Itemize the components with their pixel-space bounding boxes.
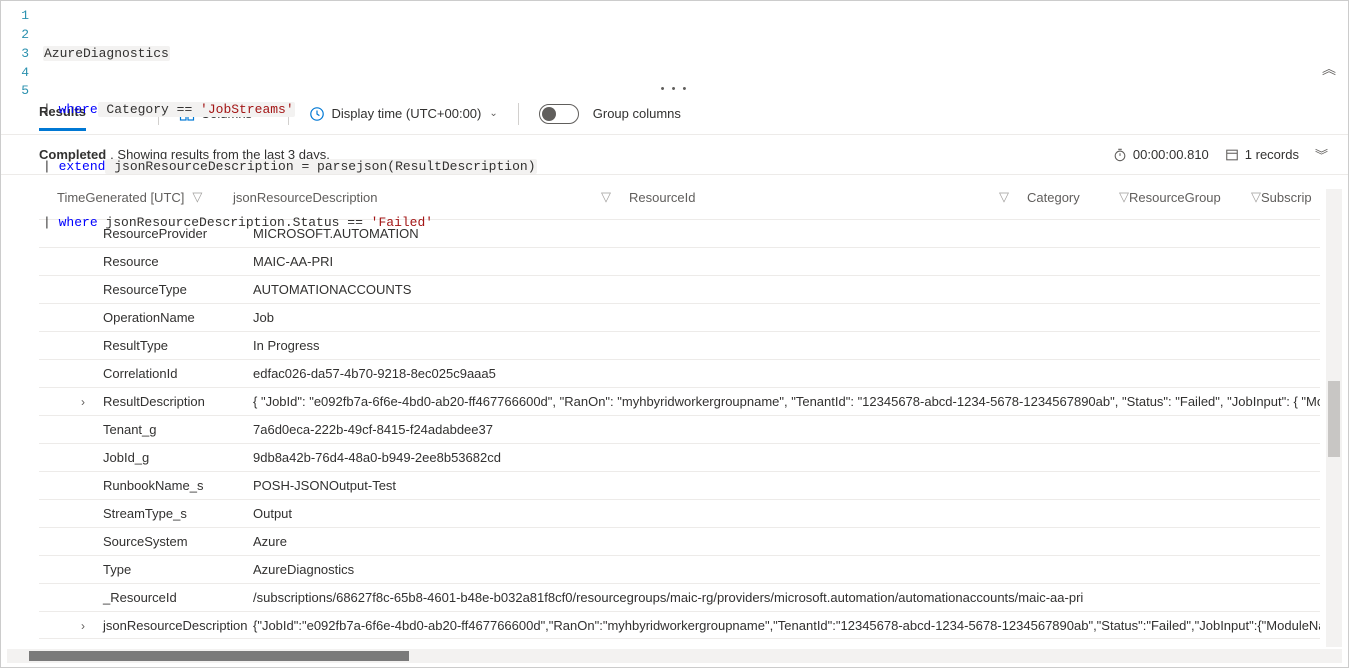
code-area[interactable]: AzureDiagnostics | where Category == 'Jo… (43, 7, 1348, 85)
horizontal-scrollbar[interactable] (7, 649, 1342, 663)
line-gutter: 1 2 3 4 5 (1, 7, 43, 85)
query-editor[interactable]: 1 2 3 4 5 AzureDiagnostics | where Categ… (1, 1, 1348, 85)
expand-row-icon[interactable]: › (77, 619, 85, 633)
expand-row-icon[interactable]: › (77, 395, 85, 409)
collapse-editor-icon[interactable]: ︽ (1322, 61, 1336, 81)
scrollbar-thumb[interactable] (29, 651, 409, 661)
vertical-scrollbar[interactable] (1326, 189, 1342, 647)
scrollbar-thumb[interactable] (1328, 381, 1340, 457)
